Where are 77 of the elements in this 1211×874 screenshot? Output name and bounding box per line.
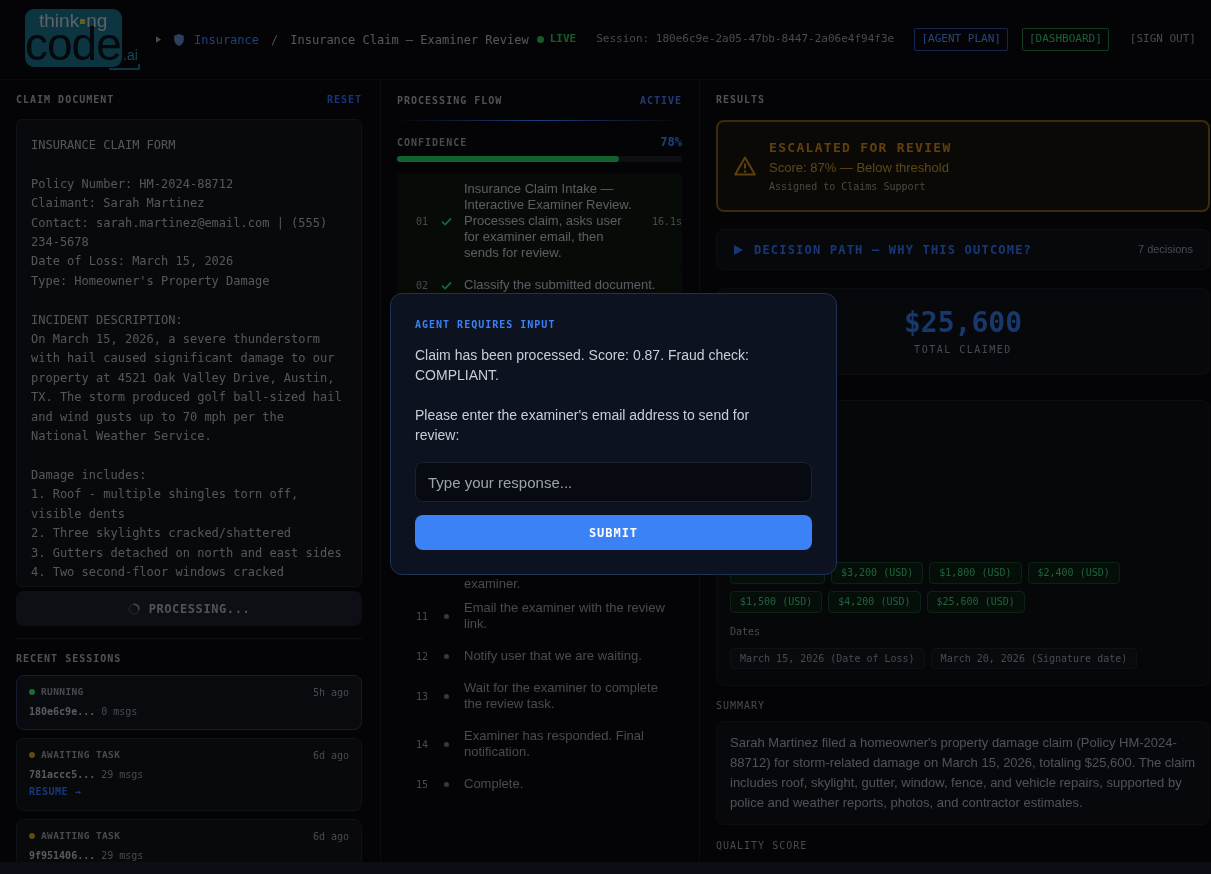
page-title: Insurance Claim — Examiner Review xyxy=(290,31,529,49)
panel-heading: PROCESSING FLOW xyxy=(397,93,503,108)
amount-tag: $1,800 (USD) xyxy=(929,562,1022,584)
step-text: Complete. xyxy=(464,776,525,792)
session-card[interactable]: AWAITING TASK 6d ago 781accc5... 29 msgs RESUME → xyxy=(16,738,362,812)
amount-tag: $3,200 (USD) xyxy=(831,562,924,584)
amount-tag: $25,600 (USD) xyxy=(926,591,1025,613)
session-id: 180e6c9e... xyxy=(29,704,96,719)
sessions-heading: RECENT SESSIONS xyxy=(16,652,122,667)
message-count: 29 msgs xyxy=(101,767,144,782)
escalation-title: ESCALATED FOR REVIEW xyxy=(769,138,952,157)
escalation-assignee: Assigned to Claims Support xyxy=(769,179,926,194)
step-number: 12 xyxy=(416,649,430,664)
message-count: 29 msgs xyxy=(101,848,144,862)
step-duration: 16.1s xyxy=(651,214,682,229)
session-card[interactable]: AWAITING TASK 6d ago 9f951406... 29 msgs xyxy=(16,819,362,862)
caret-icon xyxy=(156,36,161,43)
breadcrumb-link[interactable]: Insurance xyxy=(194,30,260,49)
session-age: 5h ago xyxy=(312,685,349,700)
step-text: examiner. xyxy=(464,576,521,592)
amount-tag: $4,200 (USD) xyxy=(828,591,921,613)
session-status: AWAITING TASK xyxy=(41,748,121,763)
summary-heading: SUMMARY xyxy=(716,699,766,713)
resume-link[interactable]: RESUME → xyxy=(29,785,82,800)
date-tag: March 15, 2026 (Date of Loss) xyxy=(730,648,925,669)
escalation-score: Score: 87% — Below threshold xyxy=(769,158,949,177)
session-age: 6d ago xyxy=(312,748,349,763)
step-number: 11 xyxy=(416,609,430,624)
step-text: Notify user that we are waiting. xyxy=(464,648,643,664)
message-count: 0 msgs xyxy=(101,704,138,719)
step-text: Classify the submitted document. xyxy=(464,277,657,293)
session-id: 781accc5... xyxy=(29,767,96,782)
nav-button[interactable]: [DASHBOARD] xyxy=(1021,28,1109,51)
confidence-label: CONFIDENCE xyxy=(397,135,468,150)
step-text: Email the examiner with the review link. xyxy=(464,600,666,632)
date-tag: March 20, 2026 (Signature date) xyxy=(930,648,1138,669)
shield-icon xyxy=(174,33,184,46)
session-status: RUNNING xyxy=(41,685,84,700)
session-label: Session: 180e6c9e-2a05-47bb-8447-2a06e4f94f3e xyxy=(596,31,895,48)
total-amount: $25,600 xyxy=(904,306,1022,340)
nav-button[interactable]: [AGENT PLAN] xyxy=(914,28,1008,51)
quality-score-heading: QUALITY SCORE xyxy=(716,839,808,853)
submit-button[interactable]: SUBMIT xyxy=(415,515,812,550)
panel-heading: CLAIM DOCUMENT xyxy=(16,93,115,107)
session-id: 9f951406... xyxy=(29,848,96,862)
session-card[interactable]: RUNNING 5h ago 180e6c9e... 0 msgs xyxy=(16,675,362,731)
session-status: AWAITING TASK xyxy=(41,829,121,844)
warning-icon xyxy=(734,156,756,176)
dialog-title: AGENT REQUIRES INPUT xyxy=(415,318,556,332)
spinner-icon xyxy=(127,602,140,615)
live-label: LIVE xyxy=(549,31,577,48)
decision-path-toggle[interactable]: DECISION PATH — WHY THIS OUTCOME? 7 decisions xyxy=(716,229,1210,270)
summary-text: Sarah Martinez filed a homeowner's property damage claim (Policy HM-2024-88712) for storm-related damage on March 15, 2026, totaling $25,600. The claim includes roof, skylight, gutter, window, fence, and vehicle repairs, supported by police and weather reports, photos, and contractor estimates. xyxy=(716,721,1210,825)
step-number: 14 xyxy=(416,737,430,752)
breadcrumb-divider: / xyxy=(271,31,279,49)
dialog-message: Please enter the examiner's email address to send for review: xyxy=(415,406,751,445)
confidence-value: 78% xyxy=(660,134,682,151)
response-input[interactable]: Type your response... xyxy=(415,462,812,502)
flow-status: ACTIVE xyxy=(639,93,682,108)
step-text: Examiner has responded. Final notification. xyxy=(464,728,645,760)
panel-heading: RESULTS xyxy=(716,93,766,107)
document-text: INSURANCE CLAIM FORM Policy Number: HM-2024-88712 Claimant: Sarah Martinez Contact: sarah.martinez@email.com | (555) 234-5678 Date of Loss: March 15, 2026 Type: Homeowner's Property Damage INCIDENT DESCRIPTION: On March 15, 2026, a severe thunderstorm with hail caused significant damage to our property at 4521 Oak Valley Drive, Austin, TX. The storm produced golf ball-sized hail and wind gusts up to 70 mph per the National Weather Service. Damage includes: 1. Roof - multiple shingles torn off, visible dents 2. Three skylights cracked/shattered 3. Gutters detached on north and east sides 4. Two second-floor windows cracked xyxy=(16,119,362,588)
step-number: 13 xyxy=(416,689,430,704)
total-label: TOTAL CLAIMED xyxy=(914,343,1012,357)
amount-tag: $1,500 (USD) xyxy=(730,591,823,613)
step-number: 15 xyxy=(416,777,430,792)
dates-label: Dates xyxy=(730,625,761,639)
nav-button[interactable]: [SIGN OUT] xyxy=(1122,28,1203,51)
amount-tag: $2,400 (USD) xyxy=(1027,562,1120,584)
step-number: 02 xyxy=(416,278,430,293)
session-age: 6d ago xyxy=(312,829,349,844)
step-number: 01 xyxy=(416,214,430,229)
step-text: Wait for the examiner to complete the review task. xyxy=(464,680,659,712)
dialog-message: Claim has been processed. Score: 0.87. Fraud check: COMPLIANT. xyxy=(415,346,750,385)
step-text: Insurance Claim Intake — Interactive Examiner Review. Processes claim, asks user for examiner email, then sends for review. xyxy=(464,181,633,261)
decision-count: 7 decisions xyxy=(1137,242,1193,258)
reset-button[interactable]: RESET xyxy=(326,92,362,107)
